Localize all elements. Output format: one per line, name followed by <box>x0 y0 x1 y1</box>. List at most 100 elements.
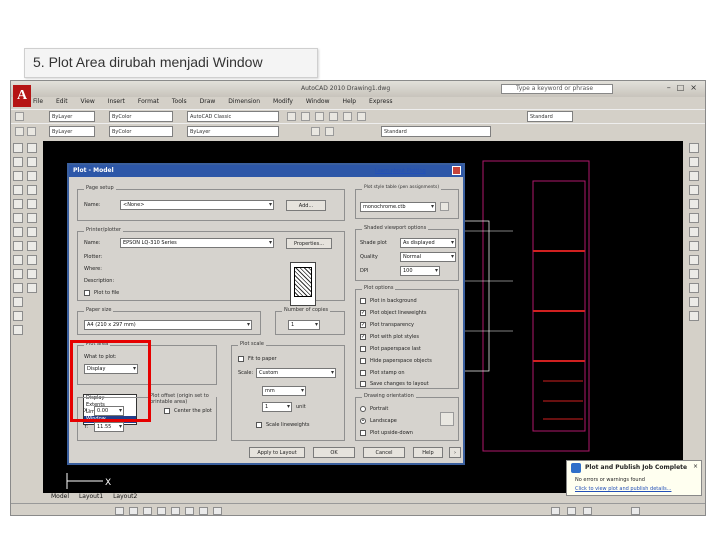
printer-name-select[interactable]: EPSON LQ-310 Series <box>120 238 274 248</box>
copy-tool-icon[interactable] <box>27 157 37 167</box>
grid-toggle-icon[interactable] <box>129 507 138 515</box>
menu-express[interactable]: Express <box>369 98 392 105</box>
scale-units-select[interactable]: mm <box>262 386 306 396</box>
plot-styles-checkbox[interactable]: ✓ <box>360 334 366 340</box>
hatch-tool-icon[interactable] <box>13 283 23 293</box>
tab-layout1[interactable]: Layout1 <box>79 493 103 500</box>
quality-select[interactable]: Normal <box>400 252 456 262</box>
menu-dimension[interactable]: Dimension <box>228 98 260 105</box>
text-tool-icon[interactable] <box>13 325 23 335</box>
spline-tool-icon[interactable] <box>13 227 23 237</box>
plot-icon[interactable] <box>311 127 320 136</box>
snap-extension-icon[interactable] <box>689 269 699 279</box>
plot-complete-notification[interactable]: Plot and Publish Job Complete × No error… <box>566 460 702 496</box>
edit-style-icon[interactable] <box>440 202 449 211</box>
page-setup-name-select[interactable]: <None> <box>120 200 274 210</box>
plot-background-checkbox[interactable] <box>360 298 366 304</box>
autocad-logo-icon[interactable]: A <box>13 85 31 107</box>
preview-icon[interactable] <box>325 127 334 136</box>
lock-icon[interactable] <box>583 507 592 515</box>
rectangle-tool-icon[interactable] <box>13 185 23 195</box>
cancel-button[interactable]: Cancel <box>363 447 405 458</box>
plot-transparency-checkbox[interactable]: ✓ <box>360 322 366 328</box>
rotate-tool-icon[interactable] <box>27 171 37 181</box>
extend-tool-icon[interactable] <box>27 227 37 237</box>
plot-style-select[interactable]: monochrome.ctb <box>360 202 436 212</box>
settings-icon[interactable] <box>287 112 296 121</box>
polar-toggle-icon[interactable] <box>157 507 166 515</box>
menu-view[interactable]: View <box>81 98 95 105</box>
snap-center-icon[interactable] <box>689 213 699 223</box>
ok-button[interactable]: OK <box>313 447 355 458</box>
layer-combo[interactable]: ByLayer <box>49 111 95 122</box>
add-button[interactable]: Add... <box>286 200 326 211</box>
plot-to-file-checkbox[interactable] <box>84 290 90 296</box>
grid-icon[interactable] <box>301 112 310 121</box>
menu-insert[interactable]: Insert <box>108 98 125 105</box>
help-button[interactable]: Help <box>413 447 443 458</box>
hide-objects-checkbox[interactable] <box>360 358 366 364</box>
portrait-radio[interactable] <box>360 406 366 412</box>
annotation-icon[interactable] <box>551 507 560 515</box>
menu-tools[interactable]: Tools <box>172 98 187 105</box>
shade-plot-select[interactable]: As displayed <box>400 238 456 248</box>
otrack-toggle-icon[interactable] <box>185 507 194 515</box>
insert-block-icon[interactable] <box>13 255 23 265</box>
center-plot-checkbox[interactable] <box>164 408 170 414</box>
point-tool-icon[interactable] <box>13 269 23 279</box>
menu-draw[interactable]: Draw <box>200 98 216 105</box>
workspace-icon[interactable] <box>567 507 576 515</box>
snap-perpendicular-icon[interactable] <box>689 283 699 293</box>
pan-icon[interactable] <box>689 143 699 153</box>
osnap-toggle-icon[interactable] <box>171 507 180 515</box>
snap-toggle-icon[interactable] <box>115 507 124 515</box>
snap-intersection-icon[interactable] <box>689 255 699 265</box>
fillet-tool-icon[interactable] <box>27 269 37 279</box>
dpi-input[interactable]: 100 <box>400 266 440 276</box>
linetype-combo[interactable]: Standard <box>527 111 573 122</box>
line-tool-icon[interactable] <box>13 143 23 153</box>
ellipse-tool-icon[interactable] <box>13 241 23 251</box>
open-icon[interactable] <box>27 127 36 136</box>
learn-plotting-link[interactable]: Learn about Plotting <box>375 168 426 174</box>
notification-details-link[interactable]: Click to view plot and publish details..… <box>575 486 671 492</box>
move-tool-icon[interactable] <box>27 143 37 153</box>
menu-edit[interactable]: Edit <box>56 98 68 105</box>
table-tool-icon[interactable] <box>13 311 23 321</box>
zoom-icon[interactable] <box>689 157 699 167</box>
workspace-combo[interactable]: AutoCAD Classic <box>187 111 279 122</box>
menu-window[interactable]: Window <box>306 98 330 105</box>
fit-to-paper-checkbox[interactable] <box>238 356 244 362</box>
ducs-toggle-icon[interactable] <box>199 507 208 515</box>
tab-layout2[interactable]: Layout2 <box>113 493 137 500</box>
region-tool-icon[interactable] <box>13 297 23 307</box>
trim-tool-icon[interactable] <box>27 213 37 223</box>
orbit-icon[interactable] <box>689 171 699 181</box>
linetype-state-combo[interactable]: ByColor <box>109 126 173 137</box>
scale-tool-icon[interactable] <box>27 185 37 195</box>
paint-icon[interactable] <box>343 112 352 121</box>
plot-stamp-checkbox[interactable] <box>360 370 366 376</box>
tool-icon[interactable] <box>357 112 366 121</box>
clean-screen-icon[interactable] <box>631 507 640 515</box>
color-combo[interactable]: ByColor <box>109 111 173 122</box>
upside-down-checkbox[interactable] <box>360 430 366 436</box>
polygon-tool-icon[interactable] <box>13 171 23 181</box>
chamfer-tool-icon[interactable] <box>27 255 37 265</box>
scale-lineweights-checkbox[interactable] <box>256 422 262 428</box>
paperspace-last-checkbox[interactable] <box>360 346 366 352</box>
close-icon[interactable] <box>452 166 461 175</box>
landscape-radio[interactable]: • <box>360 418 366 424</box>
paper-size-select[interactable]: A4 (210 x 297 mm) <box>84 320 252 330</box>
menu-file[interactable]: File <box>33 98 43 105</box>
arc-tool-icon[interactable] <box>13 199 23 209</box>
dyn-toggle-icon[interactable] <box>213 507 222 515</box>
window-controls[interactable]: –□× <box>667 83 703 92</box>
apply-layout-button[interactable]: Apply to Layout <box>249 447 305 458</box>
break-tool-icon[interactable] <box>27 241 37 251</box>
snap-nearest-icon[interactable] <box>689 311 699 321</box>
menu-modify[interactable]: Modify <box>273 98 293 105</box>
layer-state-combo[interactable]: ByLayer <box>49 126 95 137</box>
lineweight-combo[interactable]: ByLayer <box>187 126 279 137</box>
snap-endpoint-icon[interactable] <box>689 185 699 195</box>
